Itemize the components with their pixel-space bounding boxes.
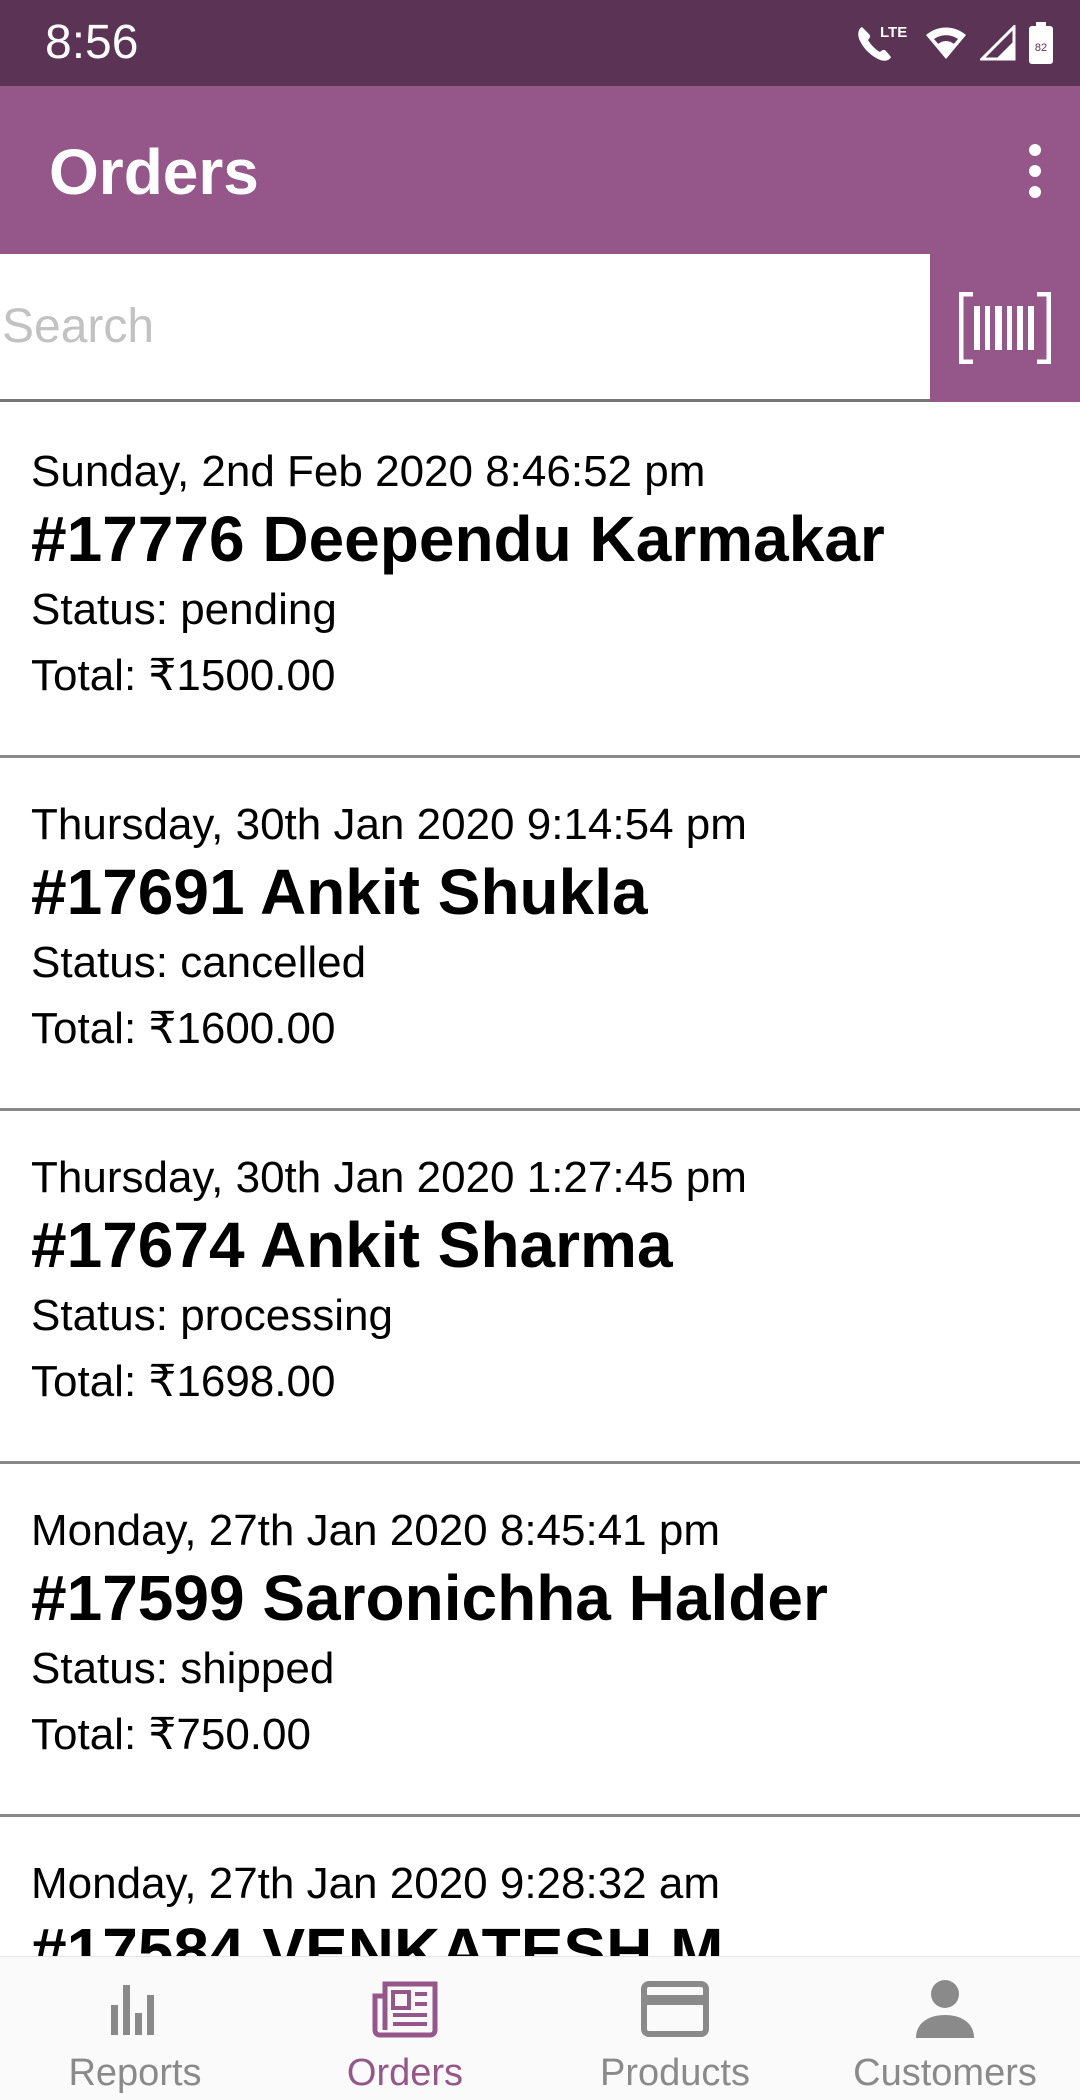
app-bar: Orders [0,86,1080,254]
battery-level: 82 [1035,42,1047,54]
order-status: Status: processing [31,1291,393,1340]
status-bar: 8:56 LTE 82 [0,0,1080,86]
nav-label: Customers [853,2052,1037,2094]
page-title: Orders [49,136,259,208]
battery-icon: 82 [1028,21,1054,65]
order-date: Monday, 27th Jan 2020 8:45:41 pm [31,1506,721,1555]
nav-label: Orders [346,2052,464,2094]
newspaper-icon [270,1973,540,2045]
barcode-scan-icon [959,292,1051,364]
order-total: Total: ₹1500.00 [31,651,336,700]
order-date: Thursday, 30th Jan 2020 9:14:54 pm [31,800,747,849]
nav-label: Products [600,2052,750,2094]
order-status: Status: pending [31,585,337,634]
order-title: #17599 Saronichha Halder [31,1562,828,1634]
order-item[interactable]: Monday, 27th Jan 2020 8:45:41 pm #17599 … [0,1464,1080,1817]
order-list: Sunday, 2nd Feb 2020 8:46:52 pm #17776 D… [0,405,1080,1956]
credit-card-icon [540,1973,810,2045]
bottom-navigation: Reports Orders Products Customers [0,1956,1080,2100]
nav-item-products[interactable]: Products [540,1957,810,2100]
search-bar [0,254,1080,402]
signal-icon [980,25,1016,61]
search-input[interactable] [0,254,930,399]
call-lte-icon: LTE [854,21,912,65]
order-total: Total: ₹1698.00 [31,1357,336,1406]
person-icon [810,1973,1080,2045]
bar-chart-icon [0,1973,270,2045]
order-date: Thursday, 30th Jan 2020 1:27:45 pm [31,1153,747,1202]
status-time: 8:56 [45,16,139,69]
order-item[interactable]: Thursday, 30th Jan 2020 1:27:45 pm #1767… [0,1111,1080,1464]
wifi-icon [924,25,968,61]
order-status: Status: cancelled [31,938,367,987]
status-icons: LTE 82 [854,18,1054,68]
nav-label: Reports [68,2052,202,2094]
order-title: #17584 VENKATESH M [31,1915,724,1956]
order-title: #17691 Ankit Shukla [31,856,648,928]
order-date: Sunday, 2nd Feb 2020 8:46:52 pm [31,447,706,496]
nav-item-reports[interactable]: Reports [0,1957,270,2100]
overflow-menu-icon[interactable] [990,126,1080,216]
barcode-scan-button[interactable] [930,254,1080,402]
order-item[interactable]: Thursday, 30th Jan 2020 9:14:54 pm #1769… [0,758,1080,1111]
nav-item-customers[interactable]: Customers [810,1957,1080,2100]
order-total: Total: ₹1600.00 [31,1004,336,1053]
order-status: Status: shipped [31,1644,335,1693]
nav-item-orders[interactable]: Orders [270,1957,540,2100]
order-total: Total: ₹750.00 [31,1710,311,1759]
order-item[interactable]: Monday, 27th Jan 2020 9:28:32 am #17584 … [0,1817,1080,1956]
order-title: #17776 Deependu Karmakar [31,503,885,575]
order-title: #17674 Ankit Sharma [31,1209,673,1281]
order-date: Monday, 27th Jan 2020 9:28:32 am [31,1859,721,1908]
order-item[interactable]: Sunday, 2nd Feb 2020 8:46:52 pm #17776 D… [0,405,1080,758]
lte-label: LTE [880,24,907,41]
